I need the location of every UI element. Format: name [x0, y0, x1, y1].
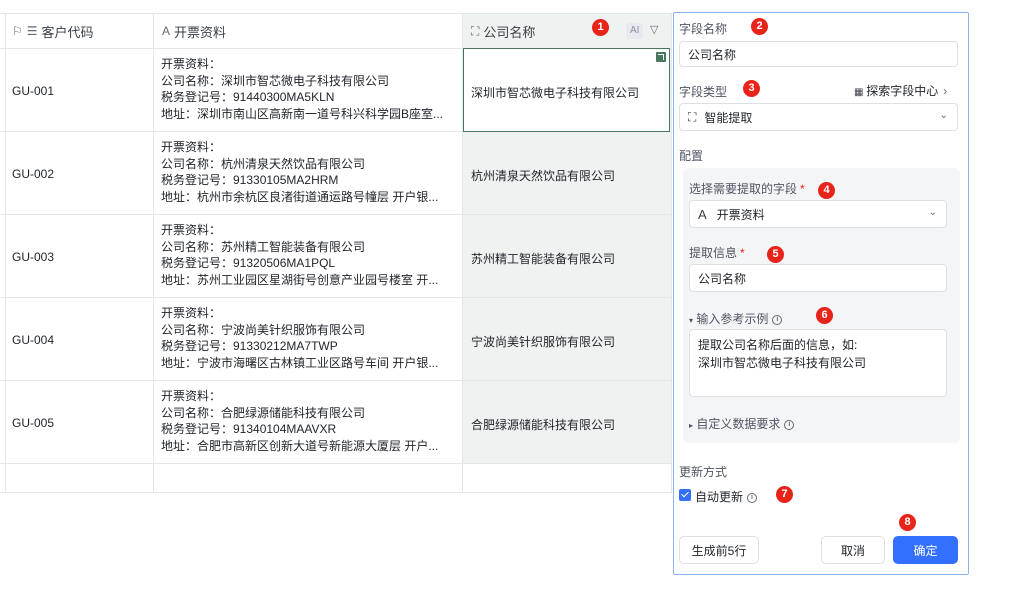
info-icon: i [772, 314, 783, 325]
config-group: 选择需要提取的字段 * A 开票资料 ⌄ 提取信息 * 公司名称 ▾ 输入参考示例 i… [683, 168, 960, 443]
divider [0, 492, 672, 493]
divider [153, 13, 154, 493]
text-type-icon: A [162, 24, 171, 38]
annotation-badge: 4 [818, 182, 835, 199]
annotation-badge: 8 [899, 514, 916, 531]
field-name-input[interactable]: 公司名称 [679, 41, 958, 67]
column-header-code[interactable]: ⚐ ☰ 客户代码 [12, 13, 94, 49]
row-invoice[interactable]: 开票资料： 公司名称：苏州精工智能装备有限公司 税务登记号：91320506MA1P… [161, 222, 457, 288]
generate-first-5-button[interactable]: 生成前5行 [679, 536, 759, 564]
field-name-label: 字段名称 [679, 22, 728, 36]
smart-extract-icon: ⛶ [688, 109, 697, 124]
divider [0, 297, 672, 298]
divider [0, 463, 672, 464]
divider [0, 13, 672, 14]
flag-icon: ⚐ [12, 24, 23, 38]
row-invoice[interactable]: 开票资料： 公司名称：杭州清泉天然饮品有限公司 税务登记号：91330105MA2H… [161, 139, 457, 205]
annotation-badge: 7 [776, 486, 793, 503]
row-company[interactable]: 苏州精工智能装备有限公司 [471, 250, 667, 267]
divider [0, 214, 672, 215]
annotation-badge: 2 [751, 18, 768, 35]
filter-icon[interactable]: ▽ [650, 23, 658, 36]
row-code[interactable]: GU-004 [12, 333, 142, 347]
row-code[interactable]: GU-001 [12, 84, 142, 98]
example-toggle[interactable]: ▾ 输入参考示例 i [689, 310, 783, 327]
row-company[interactable]: 宁波尚美针织服饰有限公司 [471, 333, 667, 350]
info-icon: i [784, 419, 795, 430]
chevron-down-icon: ⌄ [928, 207, 937, 218]
field-config-panel: 字段名称 公司名称 字段类型 ▦ 探索字段中心 › ⛶ 智能提取 ⌄ 配置 选择需… [673, 12, 969, 575]
expand-icon[interactable] [656, 52, 666, 62]
info-icon: i [747, 492, 758, 503]
row-invoice[interactable]: 开票资料： 公司名称：宁波尚美针织服饰有限公司 税务登记号：91330212MA7T… [161, 305, 457, 371]
text-type-icon: A [698, 206, 707, 222]
annotation-badge: 1 [592, 19, 609, 36]
select-field-dropdown[interactable]: A 开票资料 ⌄ [689, 200, 947, 228]
caret-down-icon: ▾ [689, 316, 694, 325]
data-table: ⚐ ☰ 客户代码 A 开票资料 ⛶ 公司名称 AI ▽ GU-001 开票资料：… [0, 13, 672, 493]
grid-icon: ▦ [854, 87, 867, 98]
select-field-label: 选择需要提取的字段 * [689, 182, 805, 196]
update-mode-label: 更新方式 [679, 465, 728, 479]
annotation-badge: 6 [816, 307, 833, 324]
ai-tag[interactable]: AI [626, 23, 644, 39]
annotation-badge: 5 [767, 246, 784, 263]
row-code[interactable]: GU-002 [12, 167, 142, 181]
column-header-company[interactable]: ⛶ 公司名称 [471, 13, 535, 49]
field-type-select[interactable]: ⛶ 智能提取 ⌄ [679, 103, 958, 131]
row-code[interactable]: GU-005 [12, 416, 142, 430]
list-icon: ☰ [26, 24, 38, 38]
row-company[interactable]: 合肥绿源储能科技有限公司 [471, 416, 667, 433]
confirm-button[interactable]: 确定 [893, 536, 958, 564]
column-header-invoice[interactable]: A 开票资料 [162, 13, 226, 49]
example-textarea[interactable]: 提取公司名称后面的信息，如: 深圳市智芯微电子科技有限公司 [689, 329, 947, 397]
explore-field-center-link[interactable]: ▦ 探索字段中心 › [854, 82, 947, 99]
extract-info-input[interactable]: 公司名称 [689, 264, 947, 292]
row-company[interactable]: 杭州清泉天然饮品有限公司 [471, 167, 667, 184]
row-invoice[interactable]: 开票资料： 公司名称：深圳市智芯微电子科技有限公司 税务登记号：91440300MA… [161, 56, 457, 122]
chevron-down-icon: ⌄ [939, 110, 948, 121]
auto-update-label[interactable]: 自动更新 i [695, 488, 758, 505]
field-type-label: 字段类型 [679, 85, 728, 99]
smart-extract-icon: ⛶ [471, 23, 480, 38]
auto-update-checkbox[interactable] [679, 489, 691, 501]
row-invoice[interactable]: 开票资料： 公司名称：合肥绿源储能科技有限公司 税务登记号：91340104MAAV… [161, 388, 457, 454]
chevron-right-icon: › [943, 84, 948, 98]
cancel-button[interactable]: 取消 [821, 536, 885, 564]
caret-right-icon: ▸ [689, 421, 694, 430]
row-company[interactable]: 深圳市智芯微电子科技有限公司 [471, 84, 667, 101]
row-code[interactable]: GU-003 [12, 250, 142, 264]
extract-info-label: 提取信息 * [689, 246, 745, 260]
annotation-badge: 3 [743, 80, 760, 97]
custom-requirement-toggle[interactable]: ▸ 自定义数据要求 i [689, 415, 795, 432]
divider [5, 13, 6, 493]
divider [0, 380, 672, 381]
config-label: 配置 [679, 149, 704, 163]
divider [671, 13, 672, 493]
